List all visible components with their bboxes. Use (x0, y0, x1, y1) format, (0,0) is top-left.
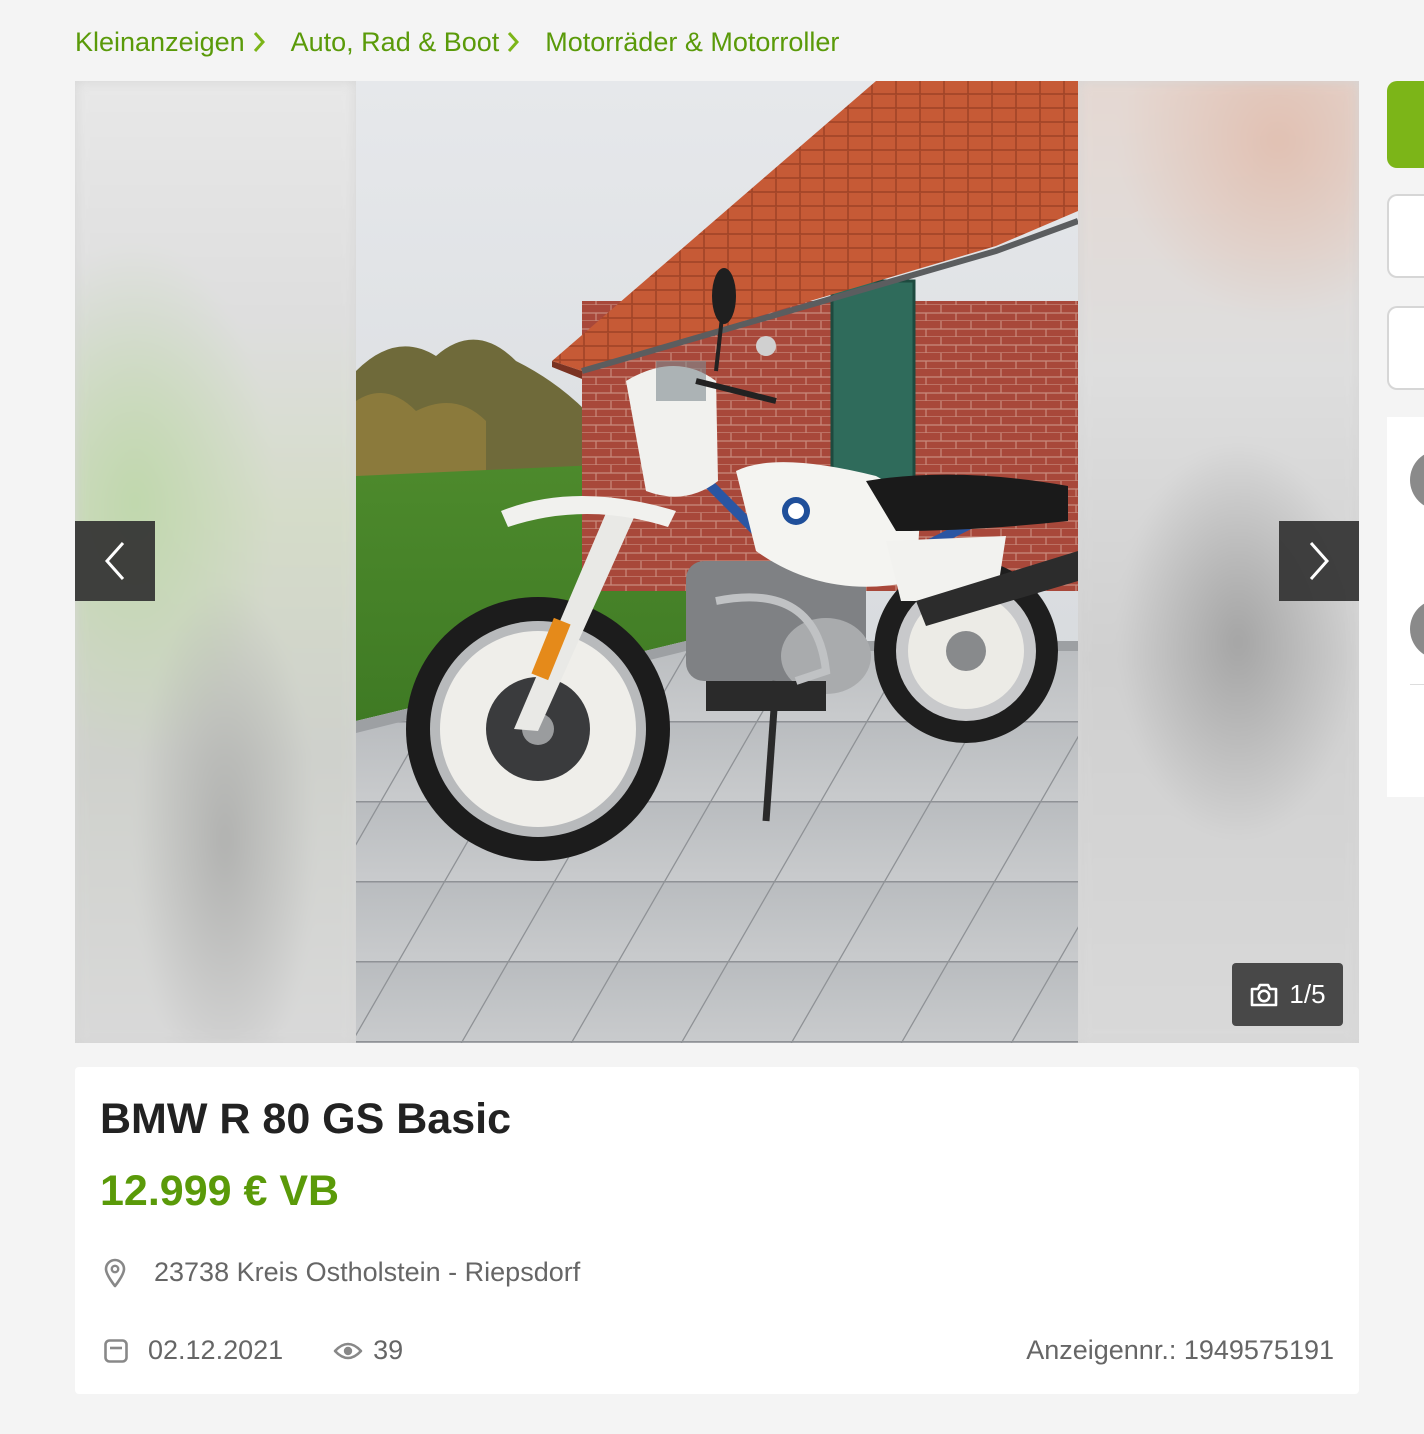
camera-icon (1249, 982, 1289, 1008)
avatar[interactable] (1410, 450, 1424, 510)
breadcrumb-item-motorraeder-motorroller[interactable]: Motorräder & Motorroller (545, 27, 839, 58)
listing-price: 12.999 € VB (100, 1167, 340, 1215)
location-text: 23738 Kreis Ostholstein - Riepsdorf (154, 1257, 581, 1287)
listing-date: 02.12.2021 (103, 1335, 283, 1366)
gallery-next-button[interactable] (1279, 521, 1359, 601)
chevron-left-icon (103, 539, 127, 583)
secondary-action-button[interactable] (1387, 306, 1424, 390)
breadcrumb-item-label: Motorräder & Motorroller (545, 26, 840, 57)
image-counter-button[interactable]: 1/5 (1232, 963, 1343, 1026)
listing-meta: 02.12.2021 39 (103, 1335, 403, 1366)
date-text: 02.12.2021 (148, 1335, 284, 1365)
breadcrumb-item-label: Auto, Rad & Boot (290, 26, 500, 57)
breadcrumb-item-label: Kleinanzeigen (75, 26, 245, 57)
breadcrumb-item-kleinanzeigen[interactable]: Kleinanzeigen (75, 27, 245, 58)
avatar[interactable] (1410, 599, 1424, 659)
views-count: 39 (373, 1335, 404, 1365)
gallery-prev-button[interactable] (75, 521, 155, 601)
listing-location[interactable]: 23738 Kreis Ostholstein - Riepsdorf (103, 1257, 580, 1288)
contact-button[interactable] (1387, 81, 1424, 168)
calendar-icon (103, 1338, 148, 1364)
eye-icon (333, 1340, 373, 1362)
image-gallery: 1/5 (75, 81, 1359, 1043)
chevron-right-icon (507, 31, 520, 53)
map-pin-icon (103, 1258, 154, 1288)
seller-panel (1387, 417, 1424, 797)
listing-photo[interactable] (356, 81, 1078, 1043)
secondary-action-button[interactable] (1387, 194, 1424, 278)
divider (1410, 684, 1424, 685)
chevron-right-icon (1307, 539, 1331, 583)
listing-views: 39 (333, 1335, 403, 1366)
chevron-right-icon (253, 31, 265, 53)
breadcrumb: Kleinanzeigen Auto, Rad & Boot Motorräde… (75, 22, 839, 62)
breadcrumb-item-auto-rad-boot[interactable]: Auto, Rad & Boot (291, 27, 500, 58)
listing-title: BMW R 80 GS Basic (100, 1095, 511, 1143)
listing-info-card: BMW R 80 GS Basic 12.999 € VB 23738 Krei… (75, 1067, 1359, 1394)
ad-number: Anzeigennr.: 1949575191 (1026, 1335, 1334, 1365)
image-counter-label: 1/5 (1289, 979, 1326, 1009)
